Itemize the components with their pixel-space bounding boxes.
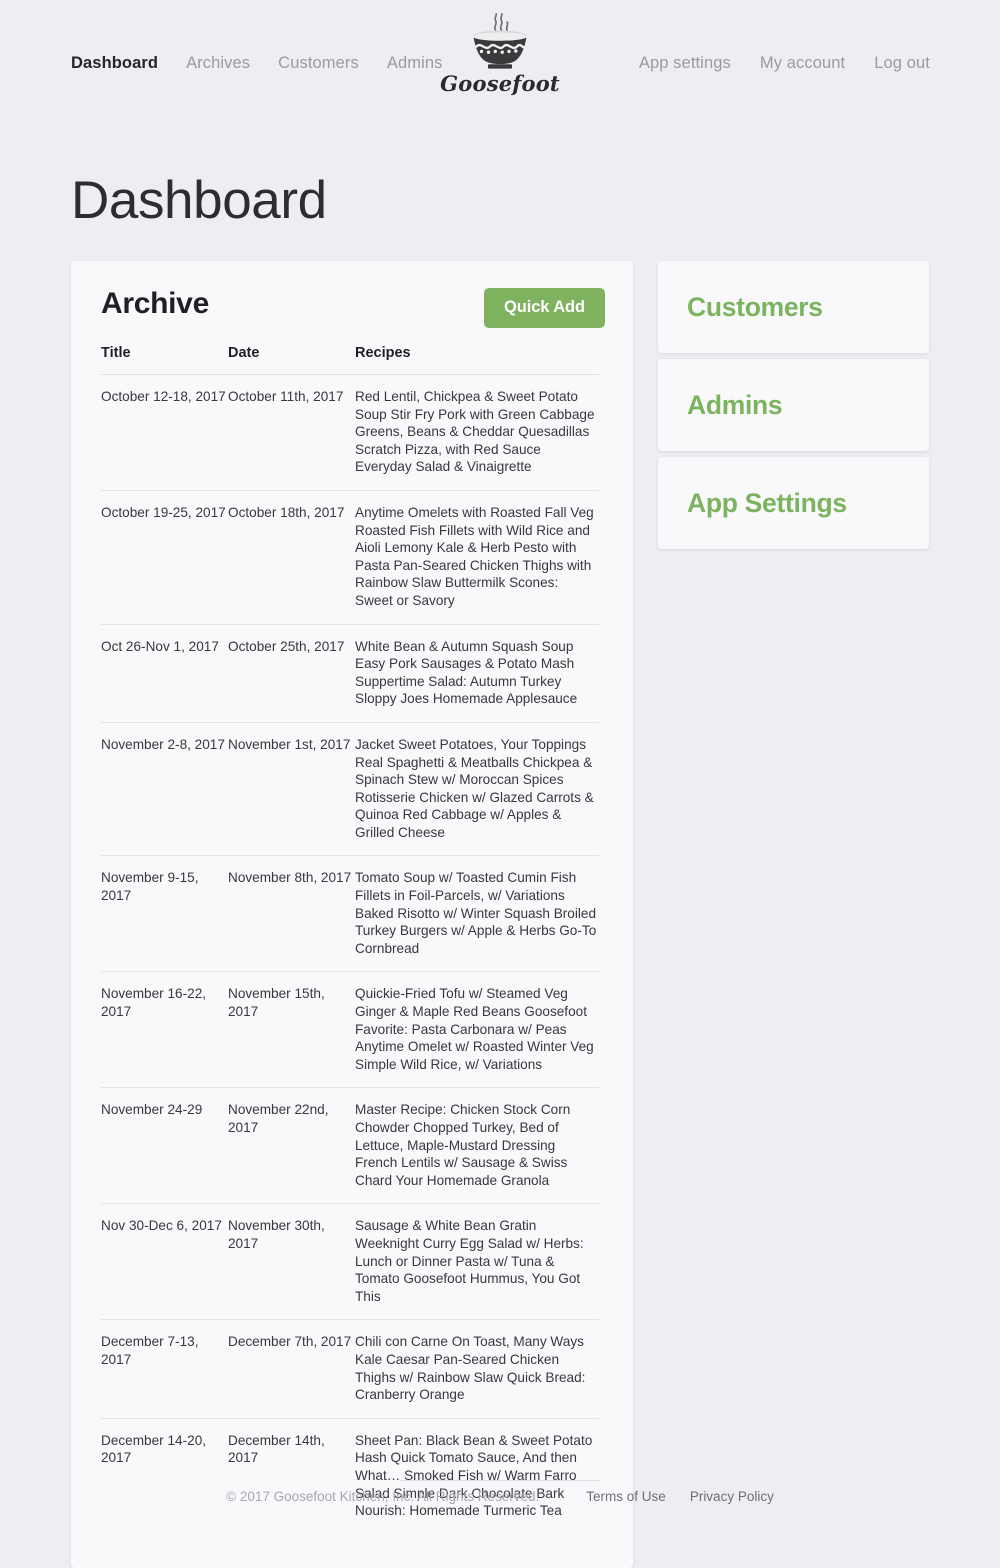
- sidebar-cards: Customers Admins App Settings: [658, 261, 929, 555]
- cell-recipes: Master Recipe: Chicken Stock Corn Chowde…: [355, 1088, 599, 1204]
- cell-recipes: Quickie-Fried Tofu w/ Steamed Veg Ginger…: [355, 972, 599, 1088]
- table-row[interactable]: October 19-25, 2017 October 18th, 2017 A…: [101, 490, 599, 624]
- nav-item-archives[interactable]: Archives: [186, 52, 250, 74]
- cell-title: December 14-20, 2017: [101, 1418, 228, 1533]
- quick-add-button[interactable]: Quick Add: [484, 288, 605, 328]
- cell-recipes: Anytime Omelets with Roasted Fall Veg Ro…: [355, 490, 599, 624]
- account-nav: App settings My account Log out: [639, 52, 930, 74]
- table-row[interactable]: October 12-18, 2017 October 11th, 2017 R…: [101, 375, 599, 491]
- table-header-row: Title Date Recipes: [101, 345, 599, 375]
- cell-date: October 18th, 2017: [228, 490, 355, 624]
- cell-date: December 14th, 2017: [228, 1418, 355, 1533]
- nav-item-app-settings[interactable]: App settings: [639, 52, 731, 74]
- cell-date: November 22nd, 2017: [228, 1088, 355, 1204]
- archive-card: Archive Quick Add Title Date Recipes Oct: [71, 261, 633, 1568]
- footer-content: © 2017 Goosefoot Kitchen, Inc. All Right…: [226, 1489, 774, 1504]
- dashboard-page: Dashboard Archives Customers Admins: [0, 0, 1000, 1568]
- table-row[interactable]: December 7-13, 2017 December 7th, 2017 C…: [101, 1320, 599, 1418]
- sidebar-card-admins[interactable]: Admins: [658, 359, 929, 451]
- brand-wordmark: Goosefoot: [440, 71, 560, 96]
- column-header-date: Date: [228, 345, 355, 375]
- primary-nav: Dashboard Archives Customers Admins: [71, 52, 442, 74]
- sidebar-card-customers[interactable]: Customers: [658, 261, 929, 353]
- table-row[interactable]: November 16-22, 2017 November 15th, 2017…: [101, 972, 599, 1088]
- nav-item-log-out[interactable]: Log out: [874, 52, 930, 74]
- sidebar-card-app-settings[interactable]: App Settings: [658, 457, 929, 549]
- cell-recipes: Chili con Carne On Toast, Many Ways Kale…: [355, 1320, 599, 1418]
- cell-title: November 24-29: [101, 1088, 228, 1204]
- cell-recipes: Jacket Sweet Potatoes, Your Toppings Rea…: [355, 722, 599, 856]
- cell-date: December 7th, 2017: [228, 1320, 355, 1418]
- cell-recipes: Sausage & White Bean Gratin Weeknight Cu…: [355, 1204, 599, 1320]
- column-header-title: Title: [101, 345, 228, 375]
- table-row[interactable]: November 24-29 November 22nd, 2017 Maste…: [101, 1088, 599, 1204]
- cell-recipes: Tomato Soup w/ Toasted Cumin Fish Fillet…: [355, 856, 599, 972]
- page-footer: © 2017 Goosefoot Kitchen, Inc. All Right…: [0, 1488, 1000, 1506]
- archive-table-head: Title Date Recipes: [101, 345, 599, 375]
- brand-logo[interactable]: Goosefoot: [440, 8, 560, 96]
- footer-copyright: © 2017 Goosefoot Kitchen, Inc. All Right…: [226, 1489, 539, 1504]
- cell-date: October 11th, 2017: [228, 375, 355, 491]
- steaming-bowl-icon: [463, 8, 537, 70]
- nav-item-admins[interactable]: Admins: [387, 52, 443, 74]
- footer-link-privacy-policy[interactable]: Privacy Policy: [690, 1489, 774, 1504]
- footer-link-terms-of-use[interactable]: Terms of Use: [586, 1489, 666, 1504]
- archive-card-header: Archive Quick Add: [71, 261, 633, 345]
- cell-title: November 16-22, 2017: [101, 972, 228, 1088]
- archive-table: Title Date Recipes October 12-18, 2017 O…: [101, 345, 599, 1534]
- cell-date: October 25th, 2017: [228, 624, 355, 722]
- page-title: Dashboard: [71, 170, 327, 232]
- cell-date: November 1st, 2017: [228, 722, 355, 856]
- cell-date: November 15th, 2017: [228, 972, 355, 1088]
- column-header-recipes: Recipes: [355, 345, 599, 375]
- nav-item-my-account[interactable]: My account: [760, 52, 845, 74]
- cell-title: Nov 30-Dec 6, 2017: [101, 1204, 228, 1320]
- footer-divider: [400, 1480, 600, 1481]
- archive-heading: Archive: [101, 287, 209, 321]
- cell-title: November 2-8, 2017: [101, 722, 228, 856]
- cell-date: November 30th, 2017: [228, 1204, 355, 1320]
- cell-title: October 12-18, 2017: [101, 375, 228, 491]
- cell-date: November 8th, 2017: [228, 856, 355, 972]
- nav-item-customers[interactable]: Customers: [278, 52, 359, 74]
- top-navigation-bar: Dashboard Archives Customers Admins: [0, 0, 1000, 120]
- cell-recipes: Red Lentil, Chickpea & Sweet Potato Soup…: [355, 375, 599, 491]
- table-row[interactable]: Nov 30-Dec 6, 2017 November 30th, 2017 S…: [101, 1204, 599, 1320]
- archive-table-body: October 12-18, 2017 October 11th, 2017 R…: [101, 375, 599, 1534]
- sidebar-card-label: Customers: [658, 292, 823, 323]
- sidebar-card-label: Admins: [658, 390, 782, 421]
- table-row[interactable]: December 14-20, 2017 December 14th, 2017…: [101, 1418, 599, 1533]
- table-row[interactable]: Oct 26-Nov 1, 2017 October 25th, 2017 Wh…: [101, 624, 599, 722]
- table-row[interactable]: November 9-15, 2017 November 8th, 2017 T…: [101, 856, 599, 972]
- cell-recipes: Sheet Pan: Black Bean & Sweet Potato Has…: [355, 1418, 599, 1533]
- cell-recipes: White Bean & Autumn Squash Soup Easy Por…: [355, 624, 599, 722]
- cell-title: Oct 26-Nov 1, 2017: [101, 624, 228, 722]
- nav-item-dashboard[interactable]: Dashboard: [71, 52, 158, 74]
- cell-title: November 9-15, 2017: [101, 856, 228, 972]
- sidebar-card-label: App Settings: [658, 488, 847, 519]
- table-row[interactable]: November 2-8, 2017 November 1st, 2017 Ja…: [101, 722, 599, 856]
- cell-title: October 19-25, 2017: [101, 490, 228, 624]
- cell-title: December 7-13, 2017: [101, 1320, 228, 1418]
